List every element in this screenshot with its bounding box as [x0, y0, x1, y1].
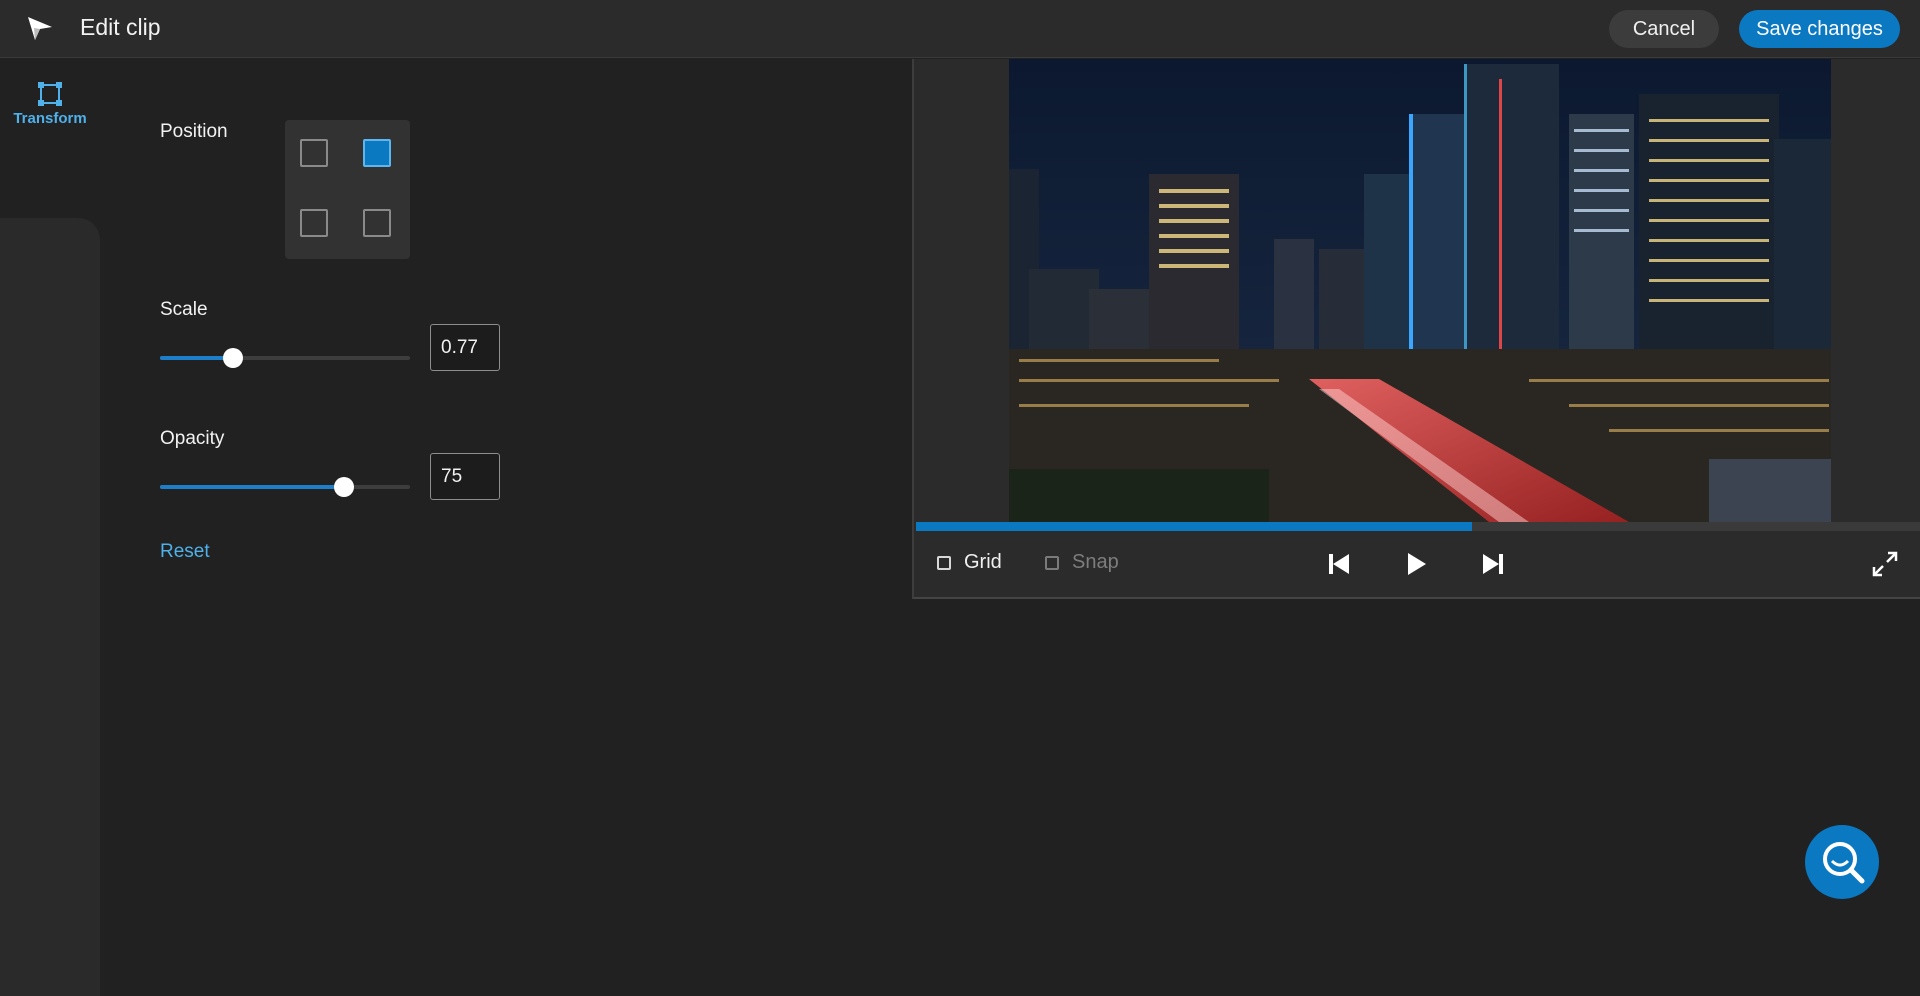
- opacity-slider-fill: [160, 485, 344, 489]
- scale-slider[interactable]: [160, 347, 410, 369]
- grid-checkbox[interactable]: [937, 556, 951, 570]
- save-changes-button[interactable]: Save changes: [1739, 10, 1900, 48]
- grid-label[interactable]: Grid: [964, 551, 1002, 574]
- skip-back-icon: [1329, 554, 1349, 574]
- position-grid: [285, 120, 410, 259]
- app-logo-icon[interactable]: [26, 14, 54, 42]
- video-preview[interactable]: [1009, 59, 1831, 522]
- position-top-right[interactable]: [363, 139, 391, 167]
- preview-panel: Grid Snap: [912, 59, 1920, 599]
- tab-transform[interactable]: Transform: [0, 81, 100, 141]
- position-bottom-right[interactable]: [363, 209, 391, 237]
- search-icon: [1823, 842, 1865, 884]
- play-icon: [1408, 553, 1426, 575]
- transform-panel: Position Scale Opacity Reset: [100, 59, 912, 937]
- rail-panel: [0, 218, 100, 996]
- fullscreen-button[interactable]: [1868, 547, 1902, 581]
- preview-controls: Grid Snap: [914, 531, 1920, 597]
- tab-transform-label: Transform: [13, 110, 87, 127]
- opacity-slider[interactable]: [160, 476, 410, 498]
- position-bottom-left[interactable]: [300, 209, 328, 237]
- side-rail: Transform: [0, 59, 100, 996]
- playback-progress[interactable]: [916, 522, 1920, 531]
- cancel-button[interactable]: Cancel: [1609, 10, 1719, 48]
- scale-slider-thumb[interactable]: [222, 348, 243, 368]
- skip-back-button[interactable]: [1322, 547, 1356, 581]
- playback-progress-fill: [916, 522, 1473, 531]
- scale-input[interactable]: [430, 324, 500, 371]
- city-night-image: [1009, 59, 1831, 522]
- scale-label: Scale: [160, 299, 208, 320]
- opacity-slider-thumb[interactable]: [333, 477, 354, 497]
- position-label: Position: [160, 121, 228, 142]
- fullscreen-icon: [1872, 551, 1898, 577]
- reset-link[interactable]: Reset: [160, 541, 210, 563]
- snap-checkbox[interactable]: [1045, 556, 1059, 570]
- play-button[interactable]: [1399, 547, 1433, 581]
- page-title: Edit clip: [80, 14, 161, 40]
- position-top-left[interactable]: [300, 139, 328, 167]
- snap-label: Snap: [1072, 551, 1119, 573]
- skip-forward-button[interactable]: [1476, 547, 1510, 581]
- scale-slider-fill: [160, 356, 233, 360]
- help-search-button[interactable]: [1805, 825, 1879, 899]
- app-header: Edit clip Cancel Save changes: [0, 0, 1920, 58]
- opacity-input[interactable]: [430, 453, 500, 500]
- transform-icon: [38, 82, 62, 106]
- opacity-label: Opacity: [160, 428, 225, 449]
- skip-forward-icon: [1483, 554, 1503, 574]
